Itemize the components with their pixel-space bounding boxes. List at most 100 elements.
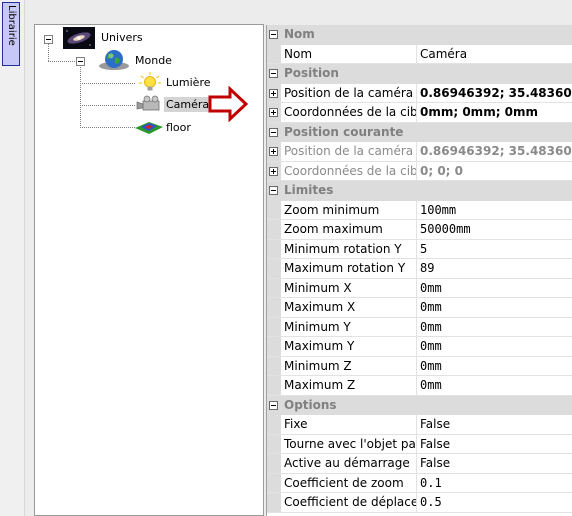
property-value[interactable]: 0mm (420, 318, 572, 337)
property-name: Minimum Z (284, 356, 417, 376)
property-value[interactable]: 0mm (420, 376, 572, 395)
category-position[interactable]: Position (267, 64, 572, 84)
property-row[interactable]: Minimum Y 0mm (267, 317, 572, 337)
category-collapse-toggle[interactable] (269, 30, 278, 39)
tree-item-univers[interactable]: Univers (99, 30, 145, 45)
tree-item-floor[interactable]: floor (164, 120, 193, 135)
property-row[interactable]: Zoom maximum 50000mm (267, 220, 572, 240)
tree-collapse-toggle[interactable] (76, 57, 85, 66)
property-name: Coefficient de déplacement (284, 493, 417, 512)
property-row[interactable]: Maximum Y 0mm (267, 337, 572, 357)
row-gutter (267, 376, 281, 395)
library-tab[interactable]: Librairie (2, 2, 20, 66)
category-options[interactable]: Options (267, 395, 572, 415)
expand-toggle[interactable] (269, 166, 278, 176)
category-collapse-toggle[interactable] (269, 69, 278, 78)
row-gutter (267, 337, 281, 356)
property-name: Position de la caméra (284, 83, 417, 103)
globe-icon (99, 50, 129, 70)
category-label: Position courante (284, 124, 404, 139)
property-value[interactable]: False (420, 454, 572, 473)
category-collapse-toggle[interactable] (269, 186, 278, 195)
property-row[interactable]: Fixe False (267, 415, 572, 435)
row-gutter (267, 259, 281, 278)
category-label: Limites (284, 183, 334, 197)
category-nom[interactable]: Nom (267, 25, 572, 45)
property-name: Coordonnées de la cible (284, 161, 417, 181)
camera-icon (136, 95, 160, 111)
category-limites[interactable]: Limites (267, 181, 572, 201)
row-gutter (267, 298, 281, 317)
property-name: Minimum X (284, 278, 417, 298)
property-name: Zoom maximum (284, 220, 417, 239)
tree-item-lumiere[interactable]: Lumière (164, 75, 213, 90)
property-grid[interactable]: Nom Nom Caméra Position Position de la c… (266, 25, 572, 516)
property-value[interactable]: 5 (420, 240, 572, 259)
tree-line (80, 127, 135, 128)
property-row[interactable]: Coefficient de zoom 0.1 (267, 473, 572, 493)
property-value[interactable]: 89 (420, 259, 572, 278)
row-gutter (267, 220, 281, 239)
property-row[interactable]: Nom Caméra (267, 44, 572, 64)
property-row[interactable]: Active au démarrage False (267, 454, 572, 474)
category-collapse-toggle[interactable] (269, 127, 278, 137)
property-value[interactable]: 100mm (420, 201, 572, 220)
tree-line (80, 83, 135, 84)
property-name: Maximum X (284, 298, 417, 317)
property-name: Zoom minimum (284, 200, 417, 220)
property-row[interactable]: Minimum Z 0mm (267, 356, 572, 376)
annotation-arrow-icon (208, 86, 248, 122)
row-gutter (267, 142, 281, 161)
property-value[interactable]: 0mm (420, 337, 572, 356)
property-value[interactable]: 0.1 (420, 474, 572, 493)
category-position-courante[interactable]: Position courante (267, 122, 572, 142)
row-gutter (267, 239, 281, 258)
tree-line (80, 105, 135, 106)
category-label: Options (284, 397, 337, 412)
expand-toggle[interactable] (269, 147, 278, 156)
row-gutter (267, 44, 281, 63)
tree-item-monde[interactable]: Monde (133, 53, 174, 68)
property-row[interactable]: Coefficient de déplacement 0.5 (267, 493, 572, 513)
property-row[interactable]: Minimum X 0mm (267, 278, 572, 298)
category-label: Position (284, 66, 339, 80)
property-name: Coefficient de zoom (284, 473, 417, 493)
property-row[interactable]: Maximum rotation Y 89 (267, 259, 572, 279)
property-value: 0; 0; 0 (420, 163, 464, 178)
row-gutter (267, 161, 281, 180)
property-name: Minimum rotation Y (284, 239, 417, 259)
row-gutter (267, 454, 281, 473)
property-row[interactable]: Coordonnées de la cible 0mm; 0mm; 0mm (267, 103, 572, 123)
expand-toggle[interactable] (269, 108, 278, 117)
property-row[interactable]: Maximum X 0mm (267, 298, 572, 318)
property-value[interactable]: 0mm (420, 357, 572, 376)
property-row[interactable]: Minimum rotation Y 5 (267, 239, 572, 259)
property-name: Minimum Y (284, 317, 417, 337)
property-row[interactable]: Tourne avec l'objet parent False (267, 434, 572, 454)
property-value[interactable]: 0.86946392; 35.48360 (420, 84, 572, 103)
property-value[interactable]: 0mm; 0mm; 0mm (420, 103, 572, 122)
category-collapse-toggle[interactable] (269, 400, 278, 410)
library-tab-label: Librairie (6, 5, 17, 46)
property-value[interactable]: False (420, 435, 572, 454)
property-row[interactable]: Zoom minimum 100mm (267, 200, 572, 220)
property-value[interactable]: 0mm (420, 298, 572, 317)
property-row[interactable]: Coordonnées de la cible 0; 0; 0 (267, 161, 572, 181)
row-gutter (267, 83, 281, 102)
tree-line (48, 43, 49, 61)
property-row[interactable]: Position de la caméra 0.86946392; 35.483… (267, 83, 572, 103)
row-gutter (267, 415, 281, 434)
property-value[interactable]: 0.5 (420, 493, 572, 512)
property-value[interactable]: Caméra (420, 45, 572, 64)
property-row[interactable]: Position de la caméra 0.86946392; 35.483… (267, 142, 572, 162)
property-value[interactable]: 50000mm (420, 220, 572, 239)
tree-item-camera[interactable]: Caméra (164, 97, 212, 112)
tree-collapse-toggle[interactable] (44, 35, 53, 44)
property-value[interactable]: 0mm (420, 279, 572, 298)
property-value[interactable]: False (420, 415, 572, 434)
expand-toggle[interactable] (269, 88, 278, 98)
property-name: Tourne avec l'objet parent (284, 434, 417, 454)
row-gutter (267, 317, 281, 336)
property-row[interactable]: Maximum Z 0mm (267, 376, 572, 396)
property-name: Maximum Y (284, 337, 417, 356)
